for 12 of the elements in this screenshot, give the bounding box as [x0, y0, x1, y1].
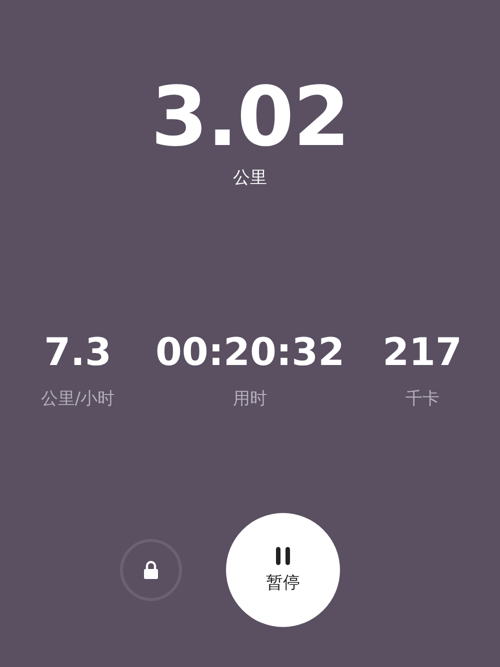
pause-button[interactable]: 暂停 [226, 513, 340, 627]
stat-value: 217 [382, 329, 462, 375]
stat-value: 00:20:32 [155, 329, 345, 375]
lock-button[interactable] [120, 539, 182, 601]
stat-value: 7.3 [44, 329, 112, 375]
pause-icon [276, 546, 290, 564]
stat-label: 公里/小时 [40, 388, 115, 410]
distance-value: 3.02 [150, 72, 350, 164]
distance-unit: 公里 [233, 167, 267, 189]
stat-label: 用时 [232, 388, 267, 410]
lock-icon [143, 560, 159, 580]
stat-label: 千卡 [405, 388, 440, 410]
